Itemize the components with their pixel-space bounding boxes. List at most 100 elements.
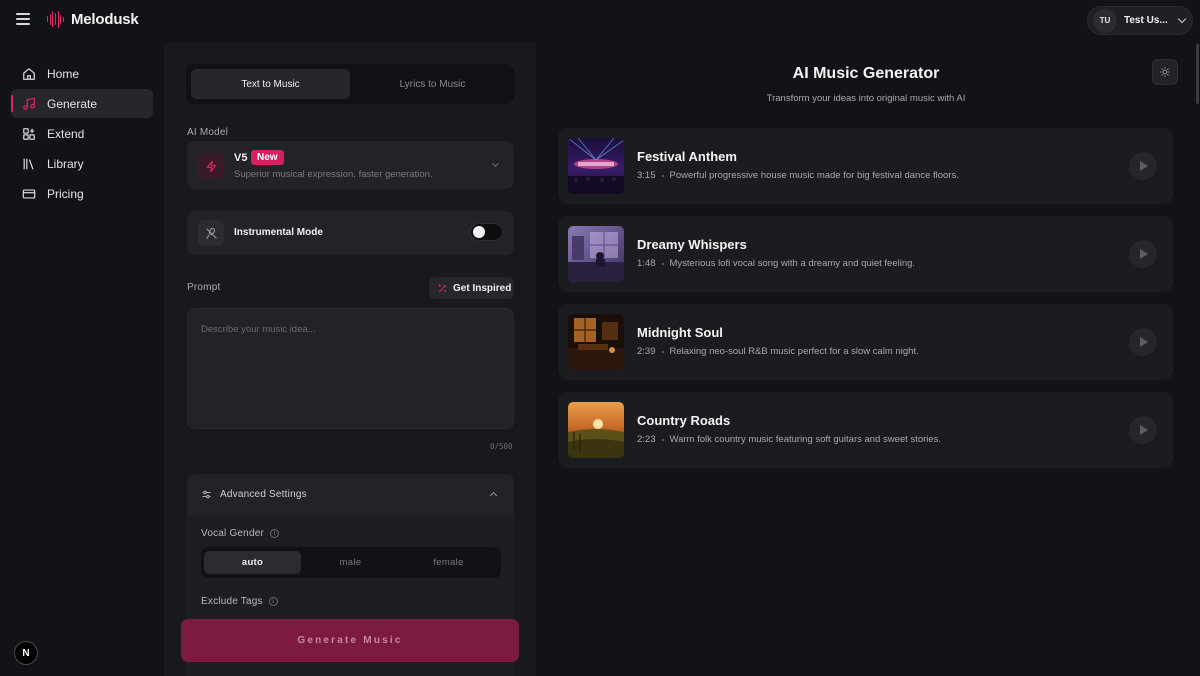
sidebar-item-generate[interactable]: Generate xyxy=(11,89,153,118)
track-cover-image xyxy=(568,314,624,370)
chevron-up-icon xyxy=(489,491,498,500)
track-meta: 1:48 Mysterious lofi vocal song with a d… xyxy=(637,258,915,269)
sliders-icon xyxy=(202,490,211,499)
track-cover-image xyxy=(568,402,624,458)
separator-dot xyxy=(661,438,664,441)
credit-card-icon xyxy=(22,188,36,199)
page-title: AI Music Generator xyxy=(792,65,940,82)
play-button[interactable] xyxy=(1129,240,1157,268)
play-button[interactable] xyxy=(1129,328,1157,356)
track-duration: 2:23 xyxy=(637,434,656,445)
generate-music-button[interactable]: Generate Music xyxy=(181,619,519,662)
avatar: TU xyxy=(1093,8,1117,33)
scrollbar-thumb[interactable] xyxy=(1196,44,1199,104)
chevron-down-icon xyxy=(1177,14,1186,23)
chevron-down-icon xyxy=(491,159,500,168)
app-name: Melodusk xyxy=(71,10,139,28)
sidebar: Home Generate Extend Library Pricing xyxy=(0,42,164,676)
get-inspired-label: Get Inspired xyxy=(453,282,512,294)
separator-dot xyxy=(661,174,664,177)
generation-panel: Text to Music Lyrics to Music AI Model V… xyxy=(164,42,536,676)
get-inspired-button[interactable]: Get Inspired xyxy=(429,277,514,299)
menu-icon[interactable] xyxy=(16,13,30,25)
play-button[interactable] xyxy=(1129,416,1157,444)
track-card[interactable]: Midnight Soul 2:39 Relaxing neo-soul R&B… xyxy=(558,304,1173,380)
dev-badge-button[interactable]: N xyxy=(14,641,38,665)
track-title: Festival Anthem xyxy=(637,149,737,164)
lightning-icon xyxy=(198,153,224,179)
track-cover-image xyxy=(568,226,624,282)
separator-dot xyxy=(661,262,664,265)
track-card[interactable]: Festival Anthem 3:15 Powerful progressiv… xyxy=(558,128,1173,204)
sidebar-item-home[interactable]: Home xyxy=(11,59,153,88)
model-select[interactable]: V5 New Superior musical expression, fast… xyxy=(187,141,514,189)
library-icon xyxy=(23,158,34,169)
vocal-option-auto[interactable]: auto xyxy=(204,551,301,574)
extend-icon xyxy=(23,127,35,140)
prompt-label: Prompt xyxy=(187,282,221,293)
track-description: Mysterious lofi vocal song with a dreamy… xyxy=(669,258,916,269)
exclude-tags-label-text: Exclude Tags xyxy=(201,596,263,607)
vocal-gender-label: Vocal Gender i xyxy=(201,528,279,539)
track-meta: 2:39 Relaxing neo-soul R&B music perfect… xyxy=(637,346,919,357)
info-icon[interactable]: i xyxy=(268,597,278,606)
separator-dot xyxy=(661,350,664,353)
sidebar-item-pricing[interactable]: Pricing xyxy=(11,179,153,208)
advanced-settings-header[interactable]: Advanced Settings xyxy=(187,474,514,516)
app-logo[interactable]: Melodusk xyxy=(47,10,139,28)
user-name: Test Us... xyxy=(1124,15,1168,26)
sidebar-item-label: Home xyxy=(47,66,80,81)
track-title: Midnight Soul xyxy=(637,325,723,340)
tab-lyrics-to-music[interactable]: Lyrics to Music xyxy=(353,69,512,99)
exclude-tags-label: Exclude Tags i xyxy=(201,596,278,607)
sidebar-item-extend[interactable]: Extend xyxy=(11,119,153,148)
main-content: AI Music Generator Transform your ideas … xyxy=(536,42,1200,676)
track-duration: 1:48 xyxy=(637,258,656,269)
mode-tabs: Text to Music Lyrics to Music xyxy=(186,64,514,104)
page-subtitle: Transform your ideas into original music… xyxy=(766,93,966,104)
vocal-option-male[interactable]: male xyxy=(302,551,399,574)
track-title: Dreamy Whispers xyxy=(637,237,747,252)
vocal-gender-label-text: Vocal Gender xyxy=(201,528,264,539)
character-counter: 0/500 xyxy=(490,442,513,451)
track-meta: 2:23 Warm folk country music featuring s… xyxy=(637,434,941,445)
track-description: Warm folk country music featuring soft g… xyxy=(669,434,942,445)
model-name: V5 xyxy=(234,152,248,164)
track-card[interactable]: Dreamy Whispers 1:48 Mysterious lofi voc… xyxy=(558,216,1173,292)
sidebar-item-label: Extend xyxy=(47,126,85,141)
sidebar-item-label: Pricing xyxy=(47,186,84,201)
sidebar-item-label: Library xyxy=(47,156,84,171)
prompt-input[interactable] xyxy=(188,309,513,428)
instrumental-mode-row: Instrumental Mode xyxy=(187,211,514,255)
top-bar: Melodusk TU Test Us... xyxy=(0,0,1200,42)
prompt-textarea-container xyxy=(187,308,514,429)
new-badge: New xyxy=(251,150,284,165)
info-icon[interactable]: i xyxy=(270,529,279,538)
instrumental-mode-label: Instrumental Mode xyxy=(234,227,323,238)
advanced-settings-title: Advanced Settings xyxy=(220,489,307,500)
microphone-off-icon xyxy=(198,220,224,246)
instrumental-mode-toggle[interactable] xyxy=(470,223,503,241)
track-cover-image xyxy=(568,138,624,194)
vocal-gender-selector: auto male female xyxy=(201,547,501,578)
vocal-option-female[interactable]: female xyxy=(400,551,497,574)
home-icon xyxy=(23,67,35,80)
model-description: Superior musical expression, faster gene… xyxy=(234,169,433,180)
tab-text-to-music[interactable]: Text to Music xyxy=(191,69,350,99)
ai-model-label: AI Model xyxy=(187,127,229,138)
sidebar-item-library[interactable]: Library xyxy=(11,149,153,178)
track-title: Country Roads xyxy=(637,413,731,428)
play-button[interactable] xyxy=(1129,152,1157,180)
sidebar-item-label: Generate xyxy=(47,96,98,111)
music-note-icon xyxy=(23,97,35,110)
settings-button[interactable] xyxy=(1152,59,1178,85)
user-menu-button[interactable]: TU Test Us... xyxy=(1087,6,1193,35)
sparkle-icon xyxy=(438,283,447,292)
gear-icon xyxy=(1160,67,1170,77)
track-meta: 3:15 Powerful progressive house music ma… xyxy=(637,170,959,181)
track-duration: 2:39 xyxy=(637,346,656,357)
track-description: Powerful progressive house music made fo… xyxy=(669,170,959,181)
track-card[interactable]: Country Roads 2:23 Warm folk country mus… xyxy=(558,392,1173,468)
track-duration: 3:15 xyxy=(637,170,656,181)
logo-waveform-icon xyxy=(47,10,64,28)
